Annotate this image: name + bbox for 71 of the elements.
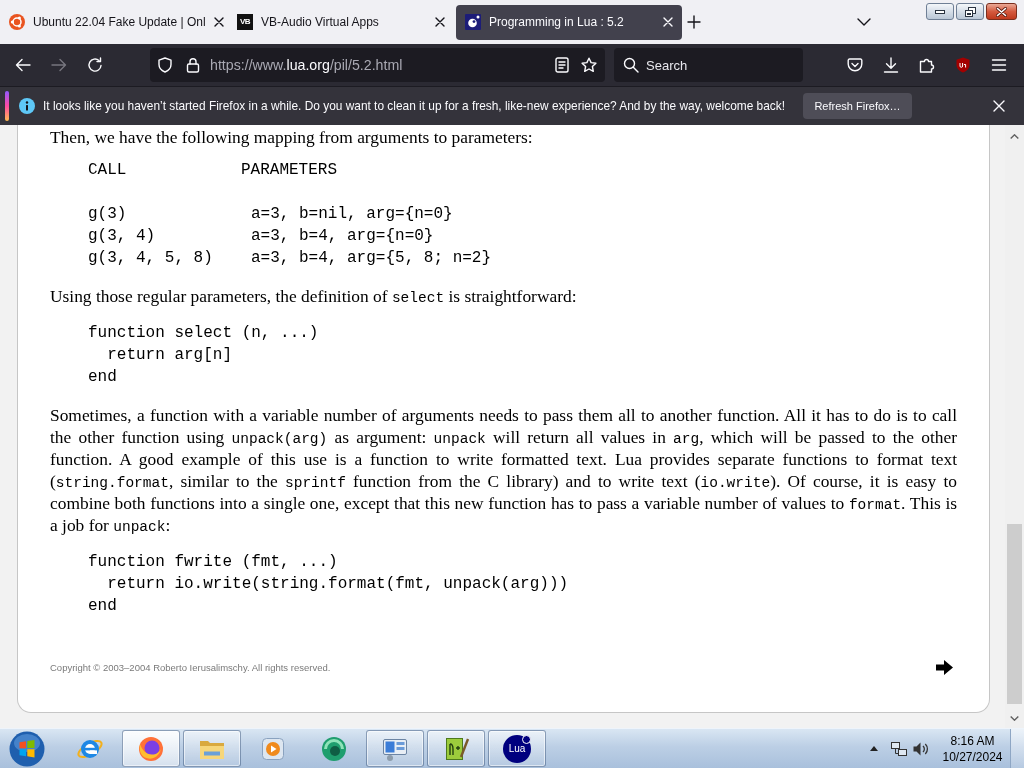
minimize-button[interactable] (926, 3, 954, 20)
clock-time[interactable]: 8:16 AM (950, 732, 995, 749)
scroll-up-icon[interactable] (1010, 134, 1019, 139)
taskbar-button[interactable]: Lua (488, 730, 546, 767)
minimize-icon (935, 9, 945, 14)
clock-date[interactable]: 10/27/2024 (942, 748, 1003, 765)
browser-tab[interactable]: VB VB-Audio Virtual Apps (228, 4, 454, 40)
network-icon[interactable] (891, 740, 907, 757)
chevron-down-icon[interactable] (857, 18, 871, 26)
restore-icon (964, 6, 976, 17)
start-button[interactable] (9, 730, 45, 767)
tray-icon[interactable] (847, 57, 863, 73)
paragraph: Using those regular parameters, the definition of select is straightforward: (50, 285, 578, 307)
browser-tab[interactable]: Programming in Lua : 5.2 (456, 4, 682, 40)
shield-icon[interactable] (157, 57, 173, 73)
refresh-button[interactable]: Refresh Firefox… (803, 93, 912, 119)
copyright-text: Copyright © 2003–2004 Roberto Ierusalimschy. All rights reserved. (50, 661, 331, 673)
reload-icon[interactable] (87, 57, 103, 73)
caret-up-icon[interactable] (870, 746, 878, 751)
code-line: return arg[n] (106, 344, 233, 366)
restore-button[interactable] (956, 3, 984, 20)
close-icon[interactable] (435, 17, 445, 27)
reader-view-icon[interactable] (555, 57, 569, 73)
address-field[interactable]: https://www.lua.org/pil/5.2.html (150, 48, 605, 82)
browser-tab[interactable]: Ubuntu 22.04 Fake Update | Onl (0, 4, 226, 40)
forward-arrow-icon[interactable] (51, 57, 67, 73)
code-text: a=3, b=4, arg={n=0} (251, 226, 434, 247)
scrollbar-thumb[interactable] (1007, 524, 1022, 704)
back-arrow-icon[interactable] (15, 57, 31, 73)
download-icon[interactable] (883, 57, 899, 73)
star-icon[interactable] (581, 57, 597, 73)
search-icon (623, 57, 639, 73)
browser-icon (137, 734, 165, 763)
app-logo: Lua (503, 734, 531, 763)
taskbar-button[interactable] (427, 730, 485, 767)
site-logo: VB (237, 14, 253, 30)
column-header: CALL (88, 160, 127, 181)
info-icon (19, 98, 35, 114)
code-line: return io.write(string.format(fmt, unpack(arg))) (106, 574, 569, 595)
taskbar-button[interactable] (183, 730, 241, 767)
lock-icon[interactable] (185, 57, 201, 73)
taskbar-button[interactable] (122, 730, 180, 767)
code-text: g(3) (88, 204, 127, 225)
code-line: function select (n, ...) (88, 323, 319, 344)
notification-message: It looks like you haven’t started Firefox in a while. Do you want to clean it up for a fresh, like-new experience? And by the way, welcome back! (43, 99, 785, 113)
code-text: a=3, b=nil, arg={n=0} (251, 204, 453, 225)
column-header: PARAMETERS (241, 160, 337, 181)
speaker-icon[interactable] (913, 740, 929, 757)
search-field[interactable]: Search (614, 48, 803, 82)
close-icon[interactable] (213, 17, 224, 27)
code-line: end (88, 595, 117, 617)
code-text: g(3, 4, 5, 8) (88, 248, 213, 269)
code-line: function fwrite (fmt, ...) (88, 552, 338, 574)
logo-icon (9, 14, 25, 30)
plus-icon[interactable] (687, 15, 701, 29)
shield-extension-icon[interactable] (955, 57, 971, 73)
puzzle-icon[interactable] (919, 57, 935, 73)
accent-strip (5, 91, 9, 121)
sphere-icon (320, 734, 348, 763)
paragraph: Sometimes, a function with a variable number of arguments needs to pass them all to another function. All it has to do is to call the other function using unpack(arg) as argument: unpack will return all values in arg, which will be passed to the other function. A good example of this use is a function to write formatted text. Lua provides separate functions to format text (string.format, similar to the sprintf function from the C library) and to write text (io.write). Of course, it is easy to combine both functions into a single one, except that this new function has to pass a variable number of values to format. This is a job for unpack: (50, 404, 957, 537)
close-icon (996, 6, 1007, 17)
right-arrow-icon[interactable] (936, 658, 953, 676)
code-line: end (88, 366, 117, 388)
menu-icon[interactable] (991, 57, 1007, 73)
code-text: g(3, 4) (88, 226, 156, 247)
paragraph: Then, we have the following mapping from arguments to parameters: (50, 126, 534, 148)
scroll-down-icon[interactable] (1010, 716, 1019, 721)
logo-icon (465, 14, 481, 30)
close-button[interactable] (986, 3, 1017, 20)
code-text: a=3, b=4, arg={5, 8; n=2} (251, 248, 492, 269)
taskbar-button[interactable] (366, 730, 424, 767)
